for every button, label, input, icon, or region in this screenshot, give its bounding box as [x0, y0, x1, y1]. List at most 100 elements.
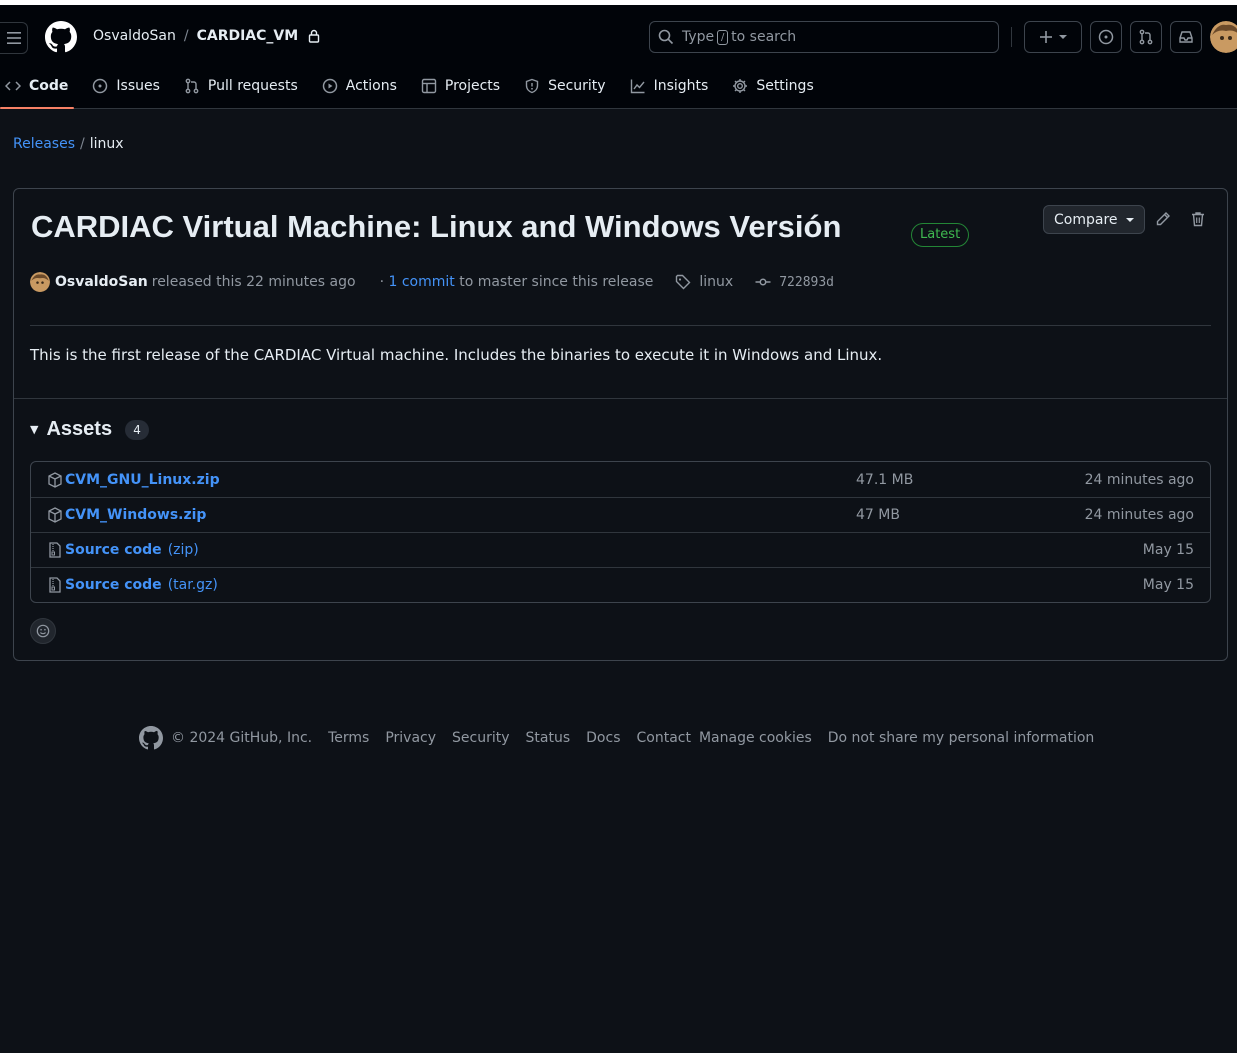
- asset-link[interactable]: Source code (zip): [47, 542, 199, 558]
- footer-contact-link[interactable]: Contact: [637, 730, 691, 746]
- search-prefix: Type: [682, 29, 715, 45]
- breadcrumb-separator: /: [80, 136, 85, 152]
- divider: [14, 398, 1227, 399]
- repo-owner-link[interactable]: OsvaldoSan: [93, 28, 176, 44]
- site-header: OsvaldoSan / CARDIAC_VM Type / to search…: [0, 5, 1237, 109]
- search-placeholder: Type / to search: [682, 29, 796, 45]
- package-icon: [48, 507, 62, 523]
- tab-insights[interactable]: Insights: [618, 67, 721, 105]
- asset-name: Source code: [65, 542, 162, 558]
- search-input[interactable]: Type / to search: [649, 21, 999, 53]
- author-link[interactable]: OsvaldoSan: [55, 274, 148, 290]
- commit-sha: 722893d: [779, 274, 835, 290]
- commits-prefix: ·: [379, 274, 385, 290]
- asset-row: Source code (tar.gz) May 15: [31, 567, 1210, 602]
- hamburger-icon: [6, 32, 21, 44]
- git-commit-icon: [755, 278, 771, 286]
- tab-pull-requests-label: Pull requests: [207, 78, 298, 94]
- file-zip-icon: [49, 577, 61, 593]
- assets-count: 4: [125, 419, 150, 440]
- git-pull-request-icon: [185, 78, 199, 94]
- pencil-icon: [1156, 212, 1170, 226]
- create-new-button[interactable]: [1024, 21, 1082, 53]
- user-avatar[interactable]: [1210, 21, 1237, 53]
- asset-link[interactable]: Source code (tar.gz): [47, 577, 218, 593]
- inbox-button[interactable]: [1170, 21, 1202, 53]
- latest-badge: Latest: [911, 223, 970, 247]
- add-reaction-button[interactable]: [30, 618, 56, 644]
- divider: [30, 325, 1211, 326]
- release-title: CARDIAC Virtual Machine: Linux and Windo…: [31, 209, 842, 244]
- pull-requests-button[interactable]: [1130, 21, 1162, 53]
- footer-do-not-share-link[interactable]: Do not share my personal information: [828, 730, 1095, 746]
- tab-pull-requests[interactable]: Pull requests: [172, 67, 310, 105]
- tab-code[interactable]: Code: [0, 67, 80, 109]
- package-icon: [48, 471, 62, 488]
- github-logo-icon[interactable]: [139, 726, 163, 750]
- tag-label: linux: [699, 274, 734, 290]
- asset-size: 47.1 MB: [856, 471, 914, 488]
- repo-name-link[interactable]: CARDIAC_VM: [197, 28, 299, 44]
- breadcrumb-current: linux: [89, 136, 124, 152]
- tab-projects-label: Projects: [444, 78, 501, 94]
- site-footer: © 2024 GitHub, Inc. Terms Privacy Securi…: [139, 726, 1094, 750]
- commits-link[interactable]: 1 commit: [388, 274, 454, 290]
- tag-link[interactable]: linux: [675, 274, 733, 290]
- tab-actions[interactable]: Actions: [310, 67, 409, 105]
- asset-format: (tar.gz): [167, 577, 218, 593]
- search-shortcut-key: /: [717, 29, 729, 45]
- triangle-down-icon: ▼: [30, 423, 39, 436]
- edit-release-button[interactable]: [1155, 211, 1171, 231]
- author-avatar[interactable]: [30, 272, 50, 292]
- asset-name: CVM_GNU_Linux.zip: [65, 471, 220, 488]
- tab-security[interactable]: Security: [512, 67, 618, 105]
- caret-down-icon: [1125, 217, 1134, 222]
- table-icon: [421, 78, 437, 94]
- footer-docs-link[interactable]: Docs: [586, 730, 620, 746]
- footer-terms-link[interactable]: Terms: [328, 730, 369, 746]
- search-icon: [658, 29, 674, 45]
- tab-issues-label: Issues: [116, 78, 160, 94]
- tab-actions-label: Actions: [345, 78, 397, 94]
- play-icon: [322, 78, 337, 94]
- github-logo-icon[interactable]: [45, 21, 77, 53]
- asset-link[interactable]: CVM_Windows.zip: [47, 507, 206, 523]
- repo-breadcrumb: OsvaldoSan / CARDIAC_VM: [93, 28, 320, 44]
- menu-button[interactable]: [0, 22, 28, 54]
- repo-path-separator: /: [183, 28, 189, 44]
- assets-toggle[interactable]: ▼ Assets 4: [30, 418, 150, 441]
- asset-date: 24 minutes ago: [1084, 471, 1194, 488]
- graph-icon: [630, 79, 645, 94]
- compare-button[interactable]: Compare: [1043, 205, 1145, 234]
- git-pull-request-icon: [1139, 29, 1153, 45]
- smiley-icon: [36, 624, 50, 638]
- footer-cookies-link[interactable]: Manage cookies: [699, 730, 812, 746]
- footer-privacy-link[interactable]: Privacy: [385, 730, 436, 746]
- tab-issues[interactable]: Issues: [80, 67, 172, 105]
- asset-list: CVM_GNU_Linux.zip 47.1 MB 24 minutes ago…: [30, 461, 1211, 603]
- tab-settings[interactable]: Settings: [720, 67, 825, 105]
- footer-security-link[interactable]: Security: [452, 730, 510, 746]
- release-card: CARDIAC Virtual Machine: Linux and Windo…: [13, 188, 1228, 661]
- compare-label: Compare: [1054, 211, 1118, 228]
- breadcrumb-releases-link[interactable]: Releases: [13, 136, 75, 152]
- asset-link[interactable]: CVM_GNU_Linux.zip: [47, 472, 220, 488]
- issue-opened-icon: [93, 78, 108, 94]
- asset-format: (zip): [167, 542, 199, 558]
- issues-button[interactable]: [1090, 21, 1122, 53]
- header-divider: [1011, 27, 1012, 47]
- asset-size: 47 MB: [856, 507, 900, 523]
- tag-icon: [676, 274, 691, 290]
- asset-name: CVM_Windows.zip: [65, 507, 207, 523]
- tab-projects[interactable]: Projects: [409, 67, 512, 105]
- footer-status-link[interactable]: Status: [526, 730, 571, 746]
- shield-icon: [525, 78, 539, 94]
- lock-icon: [308, 29, 320, 43]
- asset-date: May 15: [1142, 577, 1194, 593]
- gear-icon: [733, 79, 748, 93]
- delete-release-button[interactable]: [1191, 211, 1205, 231]
- commit-sha-link[interactable]: 722893d: [755, 274, 834, 290]
- breadcrumb: Releases / linux: [13, 136, 124, 152]
- repo-nav: Code Issues Pull requests Actions Projec…: [0, 67, 826, 109]
- file-zip-icon: [49, 542, 61, 558]
